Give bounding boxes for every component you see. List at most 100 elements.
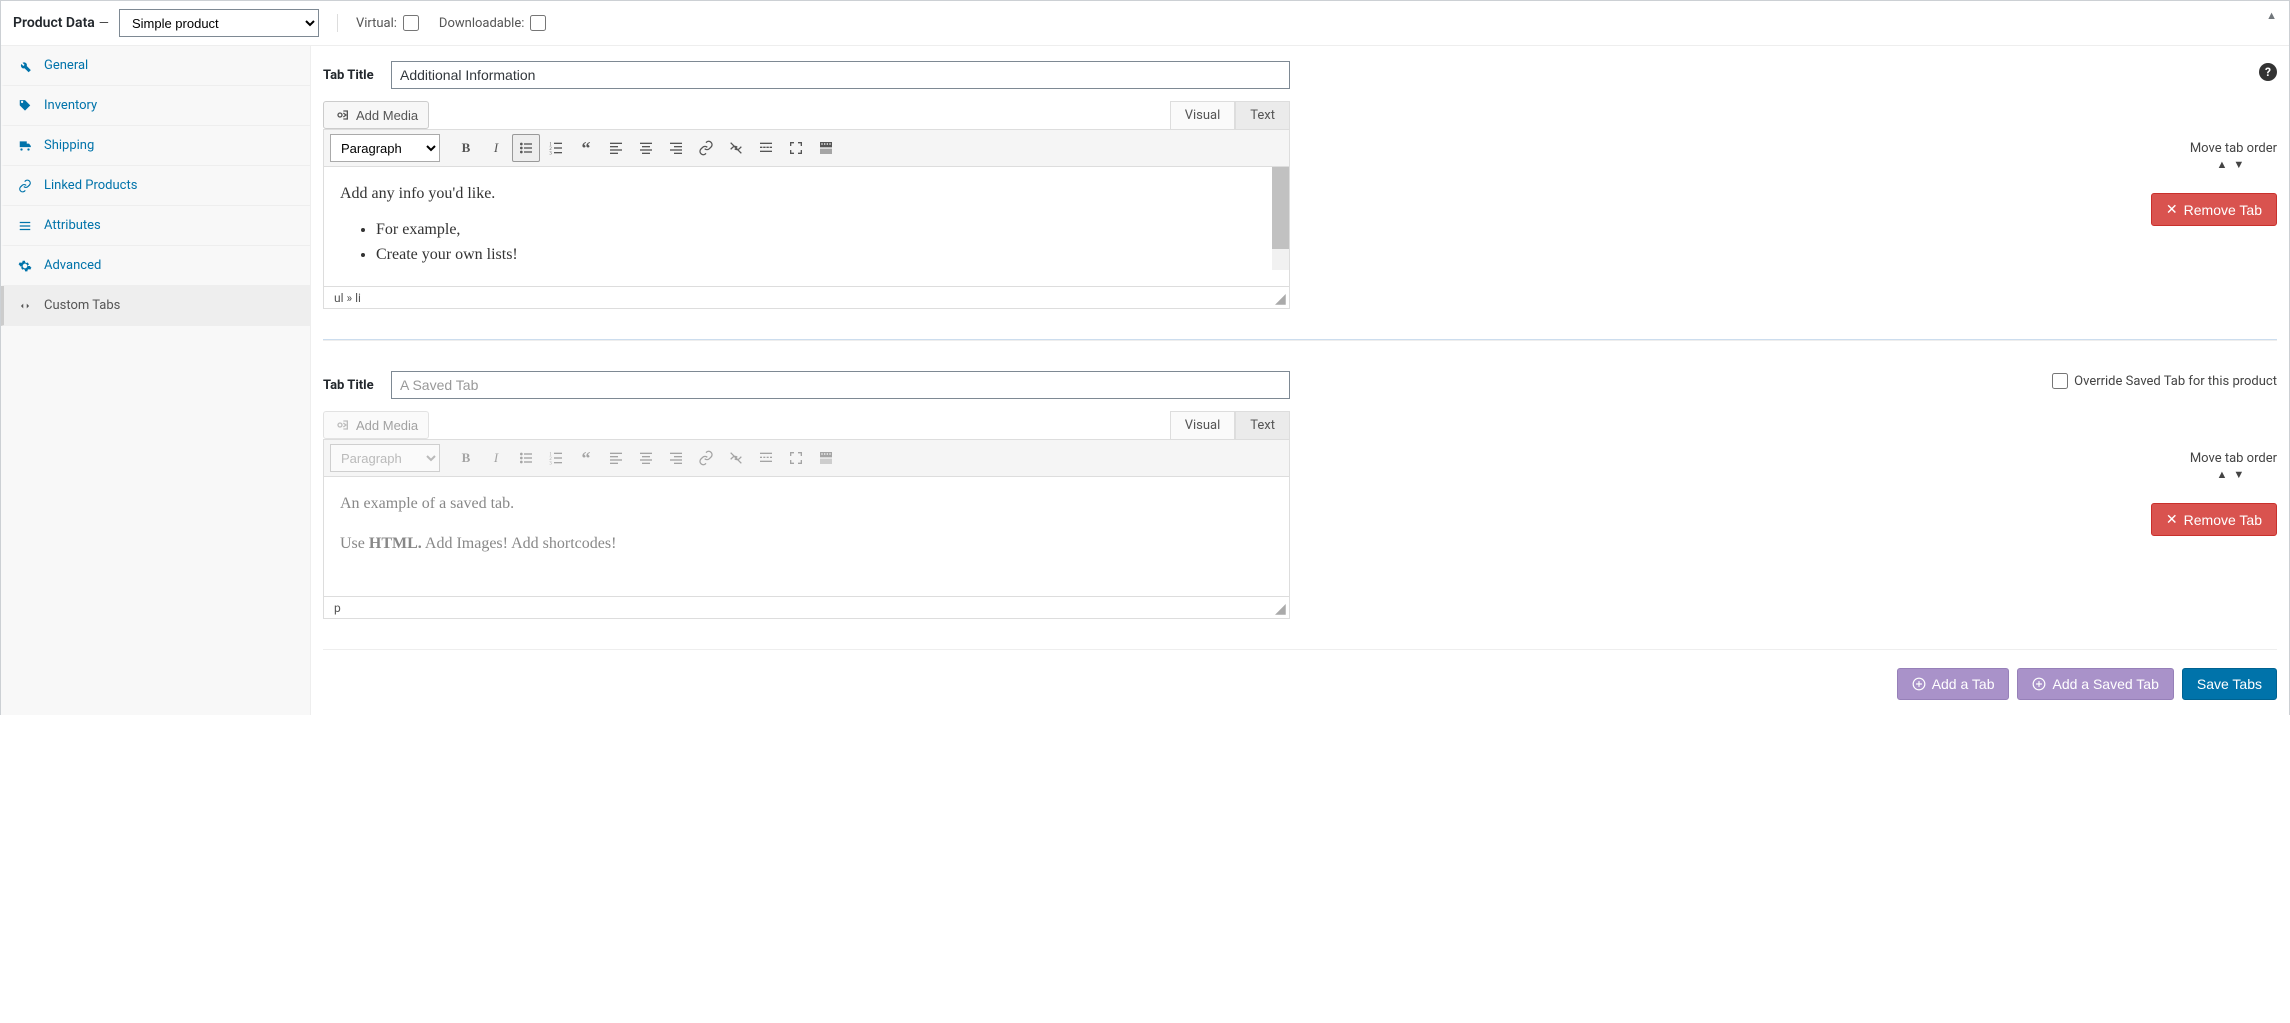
numbered-list-button: 123 bbox=[542, 444, 570, 472]
tag-icon bbox=[18, 99, 36, 113]
text-tab[interactable]: Text bbox=[1235, 411, 1290, 439]
toolbar-toggle-button bbox=[812, 444, 840, 472]
move-down-icon[interactable]: ▼ bbox=[2233, 468, 2250, 481]
sidebar-item-inventory[interactable]: Inventory bbox=[1, 86, 310, 126]
fullscreen-button[interactable] bbox=[782, 134, 810, 162]
downloadable-checkbox[interactable] bbox=[530, 15, 546, 31]
align-left-button[interactable] bbox=[602, 134, 630, 162]
sidebar-item-shipping[interactable]: Shipping bbox=[1, 126, 310, 166]
panel-body: General Inventory Shipping Linked Produc… bbox=[1, 46, 2289, 715]
numbered-list-button[interactable]: 123 bbox=[542, 134, 570, 162]
bulleted-list-button bbox=[512, 444, 540, 472]
header-separator bbox=[337, 14, 338, 32]
sidebar-item-custom-tabs[interactable]: Custom Tabs bbox=[1, 286, 310, 326]
blockquote-button[interactable]: “ bbox=[572, 134, 600, 162]
plus-circle-icon bbox=[1912, 677, 1926, 691]
sidebar-label: Custom Tabs bbox=[44, 298, 120, 313]
bold-button: B bbox=[452, 444, 480, 472]
add-media-button[interactable]: Add Media bbox=[323, 101, 429, 129]
editor-content-area[interactable]: Add any info you'd like. For example, Cr… bbox=[323, 167, 1290, 287]
sidebar-label: Attributes bbox=[44, 218, 101, 233]
move-up-icon[interactable]: ▲ bbox=[2217, 468, 2234, 481]
text-tab[interactable]: Text bbox=[1235, 101, 1290, 129]
format-select: Paragraph bbox=[330, 444, 440, 472]
editor-list-item: Create your own lists! bbox=[376, 242, 1273, 268]
collapse-toggle-icon[interactable]: ▲ bbox=[2266, 9, 2277, 22]
fullscreen-button bbox=[782, 444, 810, 472]
media-icon bbox=[334, 107, 350, 123]
align-center-button bbox=[632, 444, 660, 472]
downloadable-checkbox-label[interactable]: Downloadable: bbox=[439, 15, 546, 31]
add-media-label: Add Media bbox=[356, 108, 418, 123]
downloadable-label-text: Downloadable: bbox=[439, 16, 524, 31]
editor-scrollbar[interactable] bbox=[1272, 167, 1289, 270]
custom-tab-2: Tab Title Add Media Visual Text bbox=[323, 371, 2277, 619]
editor-paragraph: Add any info you'd like. bbox=[340, 185, 495, 202]
virtual-checkbox-label[interactable]: Virtual: bbox=[356, 15, 419, 31]
resize-handle-icon[interactable]: ◢ bbox=[1275, 604, 1287, 616]
add-saved-tab-label: Add a Saved Tab bbox=[2052, 676, 2158, 692]
add-tab-label: Add a Tab bbox=[1932, 676, 1995, 692]
align-center-button[interactable] bbox=[632, 134, 660, 162]
code-icon bbox=[18, 299, 36, 313]
tab-title-input-disabled bbox=[391, 371, 1290, 399]
move-up-icon[interactable]: ▲ bbox=[2217, 158, 2234, 171]
svg-text:3: 3 bbox=[549, 462, 552, 466]
sidebar-item-general[interactable]: General bbox=[1, 46, 310, 86]
override-checkbox[interactable] bbox=[2052, 373, 2068, 389]
sidebar-label: Inventory bbox=[44, 98, 97, 113]
virtual-checkbox[interactable] bbox=[403, 15, 419, 31]
help-icon[interactable]: ? bbox=[2259, 63, 2277, 81]
tab-title-input[interactable] bbox=[391, 61, 1290, 89]
format-select[interactable]: Paragraph bbox=[330, 134, 440, 162]
gear-icon bbox=[18, 259, 36, 273]
unlink-button[interactable] bbox=[722, 134, 750, 162]
readmore-button bbox=[752, 444, 780, 472]
resize-handle-icon[interactable]: ◢ bbox=[1275, 294, 1287, 306]
editor-path-bar: ul » li ◢ bbox=[323, 287, 1290, 309]
align-right-button bbox=[662, 444, 690, 472]
sidebar-item-linked[interactable]: Linked Products bbox=[1, 166, 310, 206]
add-saved-tab-button[interactable]: Add a Saved Tab bbox=[2017, 668, 2173, 700]
move-down-icon[interactable]: ▼ bbox=[2233, 158, 2250, 171]
visual-tab[interactable]: Visual bbox=[1170, 411, 1236, 439]
panel-header: Product Data — Simple product Virtual: D… bbox=[1, 1, 2289, 46]
tab-divider bbox=[323, 339, 2277, 341]
list-icon bbox=[18, 219, 36, 233]
blockquote-button: “ bbox=[572, 444, 600, 472]
editor-path: ul » li bbox=[334, 291, 361, 305]
bulleted-list-button[interactable] bbox=[512, 134, 540, 162]
product-type-select[interactable]: Simple product bbox=[119, 9, 319, 37]
sidebar: General Inventory Shipping Linked Produc… bbox=[1, 46, 311, 715]
remove-tab-button[interactable]: ✕ Remove Tab bbox=[2151, 503, 2277, 536]
truck-icon bbox=[18, 139, 36, 153]
italic-button[interactable]: I bbox=[482, 134, 510, 162]
visual-tab[interactable]: Visual bbox=[1170, 101, 1236, 129]
remove-tab-button[interactable]: ✕ Remove Tab bbox=[2151, 193, 2277, 226]
footer-actions: Add a Tab Add a Saved Tab Save Tabs bbox=[323, 649, 2277, 700]
bold-button[interactable]: B bbox=[452, 134, 480, 162]
override-label: Override Saved Tab for this product bbox=[2074, 374, 2277, 389]
product-data-panel: Product Data — Simple product Virtual: D… bbox=[0, 0, 2290, 715]
close-icon: ✕ bbox=[2166, 511, 2178, 528]
editor-paragraph: An example of a saved tab. bbox=[340, 491, 1273, 517]
tab-title-label: Tab Title bbox=[323, 378, 381, 393]
plus-circle-icon bbox=[2032, 677, 2046, 691]
sidebar-item-attributes[interactable]: Attributes bbox=[1, 206, 310, 246]
readmore-button[interactable] bbox=[752, 134, 780, 162]
add-media-button-disabled: Add Media bbox=[323, 411, 429, 439]
align-right-button[interactable] bbox=[662, 134, 690, 162]
link-button[interactable] bbox=[692, 134, 720, 162]
virtual-label-text: Virtual: bbox=[356, 16, 397, 31]
custom-tab-1: Tab Title Add Media Visual Text bbox=[323, 61, 2277, 309]
link-icon bbox=[18, 179, 36, 193]
sidebar-item-advanced[interactable]: Advanced bbox=[1, 246, 310, 286]
close-icon: ✕ bbox=[2166, 201, 2178, 218]
sidebar-label: Advanced bbox=[44, 258, 101, 273]
panel-title: Product Data bbox=[13, 15, 95, 31]
toolbar-toggle-button[interactable] bbox=[812, 134, 840, 162]
unlink-button bbox=[722, 444, 750, 472]
save-tabs-button[interactable]: Save Tabs bbox=[2182, 668, 2277, 700]
remove-tab-label: Remove Tab bbox=[2184, 512, 2262, 528]
add-tab-button[interactable]: Add a Tab bbox=[1897, 668, 2010, 700]
